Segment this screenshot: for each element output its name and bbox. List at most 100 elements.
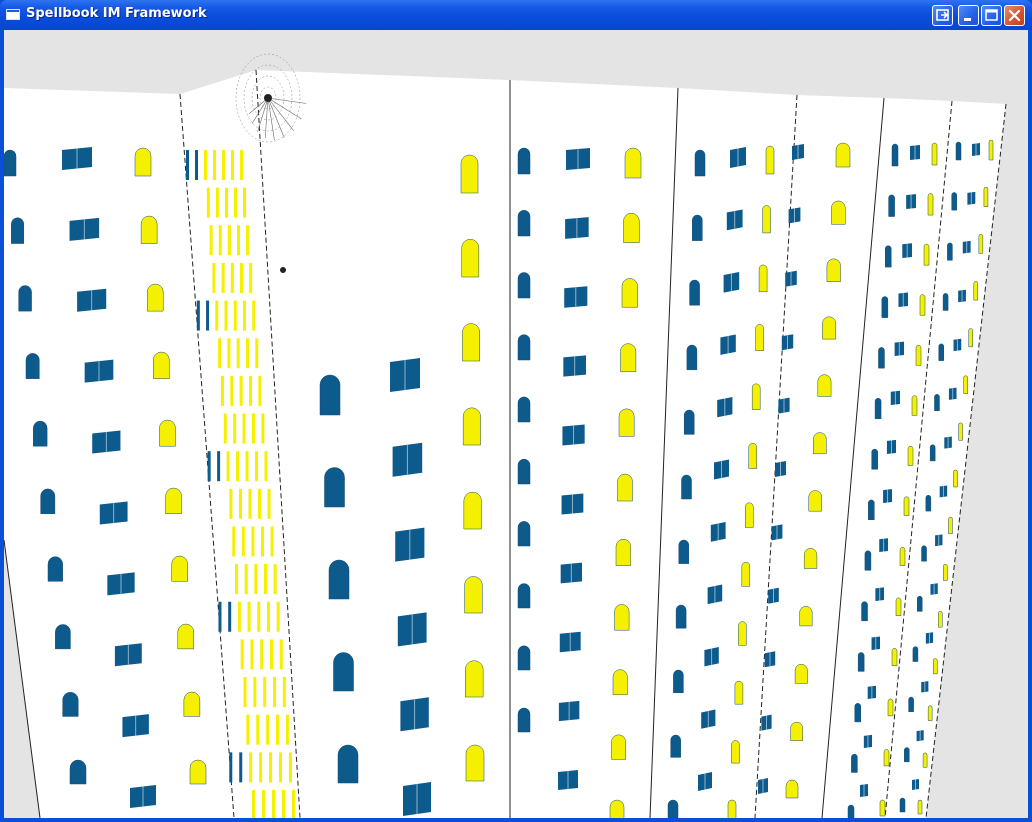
lit-arched-window — [134, 147, 152, 177]
maximize-button[interactable] — [981, 5, 1002, 26]
lit-arched-window — [826, 258, 841, 282]
slit-window — [186, 150, 189, 180]
arched-window — [62, 692, 79, 717]
lit-arched-window — [727, 799, 737, 818]
lit-arched-window — [919, 294, 926, 316]
lit-arched-window — [464, 576, 483, 614]
lit-slit-window — [269, 752, 273, 783]
lit-slit-window — [218, 225, 222, 256]
lit-slit-window — [255, 338, 259, 369]
arched-window — [675, 604, 687, 629]
title-bar[interactable]: Spellbook IM Framework — [0, 0, 1032, 30]
lit-slit-window — [261, 413, 265, 444]
lit-arched-window — [927, 193, 934, 216]
lit-slit-window — [267, 601, 270, 632]
lit-arched-window — [165, 487, 182, 515]
lit-slit-window — [241, 526, 245, 557]
lit-slit-window — [252, 413, 255, 444]
lit-arched-window — [140, 215, 158, 244]
lit-arched-window — [465, 660, 484, 698]
lit-slit-window — [270, 639, 273, 670]
lit-arched-window — [831, 200, 846, 225]
lit-arched-window — [915, 344, 922, 366]
lit-arched-window — [948, 516, 953, 534]
lit-arched-window — [146, 283, 164, 312]
arched-window — [929, 444, 936, 462]
lit-slit-window — [213, 150, 216, 180]
arched-window — [861, 601, 868, 622]
restore-to-tray-button[interactable] — [932, 5, 953, 26]
lit-slit-window — [259, 752, 263, 783]
render-viewport[interactable] — [4, 30, 1028, 818]
arched-window — [891, 143, 899, 167]
arched-window — [925, 494, 932, 512]
3d-building-scene — [4, 53, 1007, 818]
lit-arched-window — [978, 234, 984, 254]
lit-arched-window — [461, 239, 480, 278]
lit-arched-window — [988, 139, 994, 161]
minimize-button[interactable] — [958, 5, 979, 26]
lit-arched-window — [817, 374, 832, 397]
arched-window — [683, 409, 695, 435]
lit-slit-window — [206, 187, 210, 218]
lit-slit-window — [249, 262, 253, 293]
lit-slit-window — [243, 677, 247, 708]
lit-arched-window — [953, 469, 958, 488]
lit-arched-window — [463, 491, 482, 530]
arched-window — [864, 550, 872, 571]
arched-window — [328, 559, 350, 600]
arched-window — [871, 448, 878, 470]
lit-slit-window — [266, 714, 270, 745]
lit-arched-window — [618, 408, 635, 437]
lit-slit-window — [243, 187, 247, 218]
lit-arched-window — [153, 351, 170, 379]
lit-slit-window — [245, 451, 249, 482]
arched-window — [517, 521, 531, 547]
lit-slit-window — [243, 300, 246, 331]
slit-window — [239, 752, 243, 783]
slit-window — [229, 752, 233, 783]
lit-slit-window — [250, 639, 254, 670]
slit-window — [228, 601, 232, 632]
spider-icon — [280, 267, 286, 273]
arched-window — [934, 394, 940, 412]
arched-window — [25, 353, 40, 379]
arched-window — [324, 467, 345, 508]
lit-arched-window — [758, 264, 768, 293]
arched-window — [319, 374, 341, 416]
lit-arched-window — [794, 663, 808, 684]
lit-arched-window — [734, 680, 744, 705]
lit-slit-window — [252, 300, 256, 331]
lit-arched-window — [751, 383, 761, 410]
lit-slit-window — [260, 639, 264, 670]
tray-icon — [936, 9, 949, 21]
lit-slit-window — [252, 790, 255, 818]
lit-slit-window — [282, 790, 285, 818]
lit-slit-window — [237, 601, 241, 632]
app-window-icon[interactable] — [6, 9, 20, 20]
lit-slit-window — [276, 601, 280, 632]
lit-arched-window — [620, 343, 637, 373]
lit-arched-window — [879, 799, 886, 817]
lit-arched-window — [609, 799, 625, 818]
lit-slit-window — [223, 413, 227, 444]
lit-slit-window — [227, 338, 231, 369]
lit-arched-window — [762, 205, 771, 234]
lit-slit-window — [270, 526, 274, 557]
arched-window — [888, 194, 895, 217]
lit-slit-window — [232, 526, 236, 557]
lit-slit-window — [209, 225, 213, 256]
arched-window — [881, 296, 889, 318]
arched-window — [517, 645, 531, 671]
lit-arched-window — [748, 443, 757, 469]
lit-arched-window — [917, 799, 923, 815]
lit-slit-window — [248, 488, 252, 519]
lit-arched-window — [958, 422, 963, 441]
arched-window — [673, 669, 684, 694]
arched-window — [851, 753, 858, 773]
close-button[interactable] — [1004, 5, 1025, 26]
lit-arched-window — [895, 597, 902, 616]
lit-slit-window — [285, 714, 289, 745]
arched-window — [878, 347, 885, 369]
lit-arched-window — [931, 142, 938, 166]
